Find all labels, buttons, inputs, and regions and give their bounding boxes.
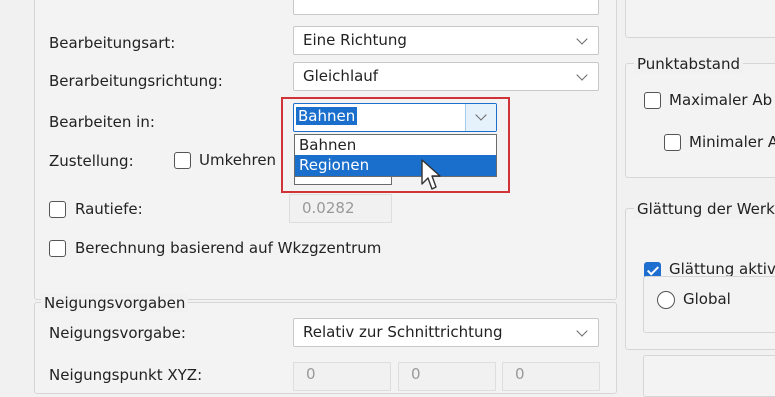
mouse-cursor-icon xyxy=(421,159,441,190)
punktabstand-title: Punktabstand xyxy=(634,55,743,73)
neigung-vorgabe-label: Neigungsvorgabe: xyxy=(49,324,186,342)
rautiefe-input[interactable]: 0.0282 xyxy=(289,194,392,223)
maximaler-abstand-checkbox[interactable] xyxy=(644,92,661,109)
global-radio[interactable] xyxy=(657,291,675,309)
chevron-down-icon xyxy=(576,69,588,81)
highlight-frame xyxy=(281,97,510,193)
richtung-value: Gleichlauf xyxy=(303,67,379,85)
neigung-x-input[interactable]: 0 xyxy=(293,362,391,391)
chevron-down-icon xyxy=(576,33,588,45)
umkehren-checkbox[interactable] xyxy=(174,152,191,169)
minimaler-abstand-label: Minimaler A xyxy=(689,133,775,151)
rautiefe-value: 0.0282 xyxy=(302,199,355,217)
rautiefe-checkbox[interactable] xyxy=(49,201,66,218)
top-combo-partial[interactable] xyxy=(293,0,599,15)
berechnung-checkbox[interactable] xyxy=(49,240,66,257)
neigung-vorgabe-value: Relativ zur Schnittrichtung xyxy=(303,323,503,341)
neigung-vorgabe-select[interactable]: Relativ zur Schnittrichtung xyxy=(293,318,599,347)
neigung-group-title: Neigungsvorgaben xyxy=(41,294,189,312)
neigung-y-input[interactable]: 0 xyxy=(398,362,496,391)
punktabstand-group xyxy=(625,63,775,178)
neigung-y-value: 0 xyxy=(411,365,421,383)
maximaler-abstand-label: Maximaler Ab xyxy=(669,91,773,109)
bearbeitungsart-select[interactable]: Eine Richtung xyxy=(293,26,599,55)
rautiefe-label: Rautiefe: xyxy=(75,200,143,218)
glaettung-title: Glättung der Werk xyxy=(634,200,775,218)
neigung-z-input[interactable]: 0 xyxy=(502,362,600,391)
neigung-punkt-label: Neigungspunkt XYZ: xyxy=(49,366,203,384)
global-label: Global xyxy=(683,290,731,308)
berechnung-label: Berechnung basierend auf Wkzgzentrum xyxy=(75,239,382,257)
bearbeitungsart-value: Eine Richtung xyxy=(303,31,407,49)
right-bottom-group xyxy=(643,355,775,397)
bearbeiten-label: Bearbeiten in: xyxy=(49,113,155,131)
neigung-x-value: 0 xyxy=(306,365,316,383)
richtung-select[interactable]: Gleichlauf xyxy=(293,62,599,91)
zustellung-label: Zustellung: xyxy=(49,152,134,170)
chevron-down-icon xyxy=(576,325,588,337)
umkehren-label: Umkehren xyxy=(199,151,277,169)
minimaler-abstand-checkbox[interactable] xyxy=(664,134,681,151)
bearbeitungsart-label: Bearbeitungsart: xyxy=(49,34,176,52)
neigung-z-value: 0 xyxy=(515,365,525,383)
right-top-group xyxy=(625,0,775,38)
richtung-label: Berarbeitungsrichtung: xyxy=(49,72,223,90)
